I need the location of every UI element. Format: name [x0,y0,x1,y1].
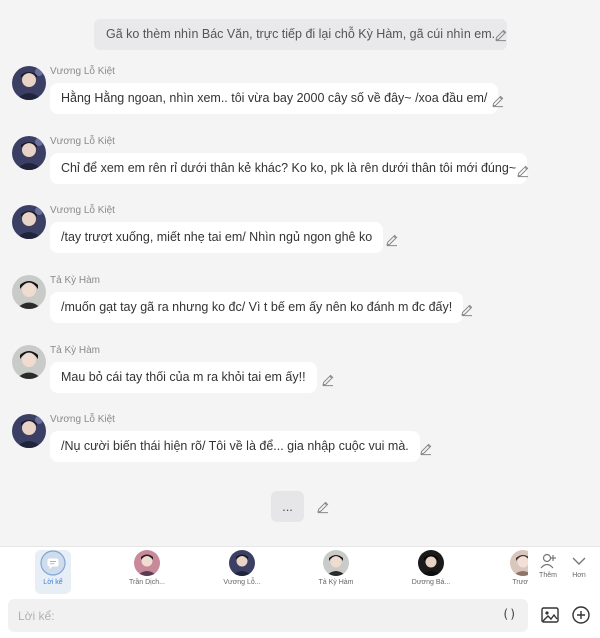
message-row: Vương Lỗ Kiệt /Nụ cười biến thái hiện rõ… [0,414,600,478]
narrator-icon [40,550,66,576]
input-bar: () [0,594,600,638]
character-narrator[interactable]: Lời kể [35,550,71,594]
character-label: Trươ [512,579,528,586]
avatar [134,550,160,576]
person-add-icon [540,553,556,569]
pencil-icon[interactable] [316,500,330,514]
message-row: Vương Lỗ Kiệt Hằng Hằng ngoan, nhìn xem.… [0,66,600,130]
sender-name: Vương Lỗ Kiệt [50,205,115,216]
image-icon[interactable] [540,605,560,625]
pencil-icon[interactable] [460,303,474,317]
pencil-icon[interactable] [491,94,505,108]
avatar [418,550,444,576]
pencil-icon[interactable] [516,164,530,178]
pencil-icon[interactable] [494,28,508,42]
message-bubble: /Nụ cười biến thái hiện rõ/ Tôi về là để… [50,431,420,462]
avatar[interactable] [12,275,46,309]
pencil-icon[interactable] [419,442,433,456]
more-label: Hơn [572,572,586,579]
character-truong[interactable]: Trươ [496,550,528,594]
sender-name: Vương Lỗ Kiệt [50,66,115,77]
pending-message-bubble[interactable]: ... [271,491,304,522]
avatar [229,550,255,576]
message-text: Mau bỏ cái tay thối của m ra khỏi tai em… [61,370,306,384]
avatar [510,550,528,576]
message-text: Chỉ để xem em rên rỉ dưới thân kẻ khác? … [61,161,517,175]
message-row: Tả Kỳ Hàm Mau bỏ cái tay thối của m ra k… [0,345,600,409]
message-row: Vương Lỗ Kiệt Chỉ để xem em rên rỉ dưới … [0,136,600,200]
add-character-button[interactable]: Thêm [533,552,563,579]
character-vuong-lo[interactable]: Vương Lỗ... [212,550,272,594]
pencil-icon[interactable] [385,233,399,247]
character-bar: Lời kể Trần Dịch... Vương Lỗ... Tả Kỳ Hà… [0,546,600,594]
character-tran-dich[interactable]: Trần Dịch... [117,550,177,594]
narration-text: Gã ko thèm nhìn Bác Văn, trực tiếp đi lạ… [106,27,496,41]
avatar[interactable] [12,345,46,379]
message-bubble: /muốn gạt tay gã ra nhưng ko đc/ Vì t bế… [50,292,464,323]
message-text: Hằng Hằng ngoan, nhìn xem.. tôi vừa bay … [61,91,488,105]
character-label: Tả Kỳ Hàm [318,579,354,586]
message-input[interactable] [8,599,528,632]
character-ta-ky-ham[interactable]: Tả Kỳ Hàm [306,550,366,594]
message-bubble: /tay trượt xuống, miết nhẹ tai em/ Nhìn … [50,222,384,253]
avatar[interactable] [12,205,46,239]
avatar[interactable] [12,136,46,170]
avatar[interactable] [12,414,46,448]
add-label: Thêm [539,572,557,579]
message-bubble: Mau bỏ cái tay thối của m ra khỏi tai em… [50,362,317,393]
character-label: Lời kể [43,579,63,586]
avatar[interactable] [12,66,46,100]
message-text: /Nụ cười biến thái hiện rõ/ Tôi về là để… [61,439,409,453]
character-duong-ba[interactable]: Dương Bá... [401,550,461,594]
message-row: Vương Lỗ Kiệt /tay trượt xuống, miết nhẹ… [0,205,600,269]
message-text: /tay trượt xuống, miết nhẹ tai em/ Nhìn … [61,230,373,244]
message-bubble: Chỉ để xem em rên rỉ dưới thân kẻ khác? … [50,153,528,184]
character-label: Vương Lỗ... [223,579,261,586]
pending-text: ... [282,499,293,514]
message-row: Tả Kỳ Hàm /muốn gạt tay gã ra nhưng ko đ… [0,275,600,339]
action-paren-button[interactable]: () [502,607,516,621]
chevron-down-icon [572,557,586,565]
plus-circle-icon[interactable] [571,605,591,625]
message-text: /muốn gạt tay gã ra nhưng ko đc/ Vì t bế… [61,300,453,314]
character-label: Dương Bá... [411,579,451,586]
avatar [323,550,349,576]
narration-bubble: Gã ko thèm nhìn Bác Văn, trực tiếp đi lạ… [94,19,508,50]
sender-name: Vương Lỗ Kiệt [50,136,115,147]
sender-name: Tả Kỳ Hàm [50,345,101,356]
more-button[interactable]: Hơn [564,552,594,579]
message-bubble: Hằng Hằng ngoan, nhìn xem.. tôi vừa bay … [50,83,499,114]
sender-name: Vương Lỗ Kiệt [50,414,115,425]
sender-name: Tả Kỳ Hàm [50,275,101,286]
pencil-icon[interactable] [321,373,335,387]
chat-area: Gã ko thèm nhìn Bác Văn, trực tiếp đi lạ… [0,0,600,546]
character-label: Trần Dịch... [129,579,165,586]
